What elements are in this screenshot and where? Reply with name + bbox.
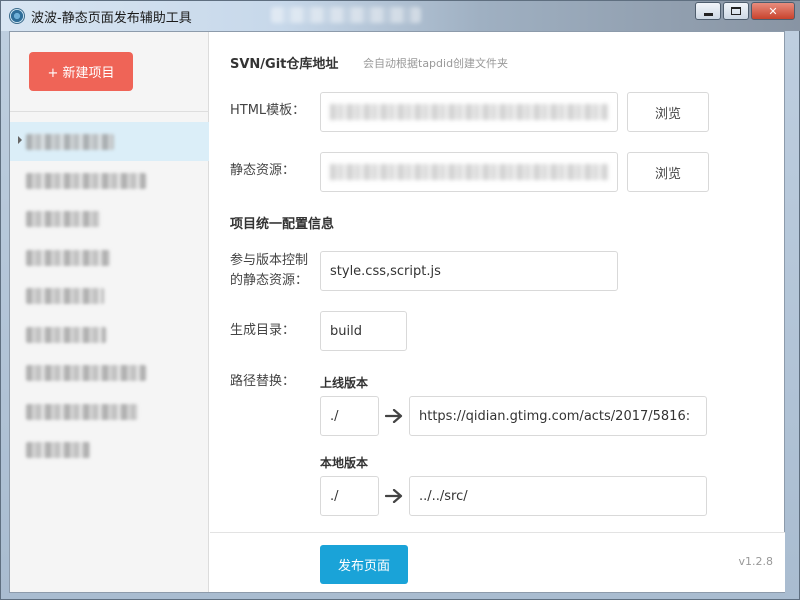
project-list — [10, 122, 209, 469]
app-content: + 新建项目 SVN/Git仓库地址 会自动根据tapdid创建文件夹 HTML… — [9, 31, 785, 593]
maximize-button[interactable] — [723, 2, 749, 20]
repo-section-title: SVN/Git仓库地址 — [230, 57, 339, 72]
window-title: 波波-静态页面发布辅助工具 — [31, 11, 192, 26]
online-from-input[interactable]: ./ — [320, 396, 379, 436]
project-item[interactable] — [10, 122, 209, 161]
window-controls: ✕ — [695, 2, 795, 20]
blurred-path-text — [330, 104, 608, 120]
project-name-blurred — [26, 172, 146, 189]
arrow-right-icon — [385, 489, 403, 503]
title-bar[interactable]: 波波-静态页面发布辅助工具 ✕ — [1, 1, 800, 31]
project-name-blurred — [26, 326, 106, 343]
project-name-blurred — [26, 211, 100, 227]
project-item[interactable] — [10, 276, 209, 315]
static-resource-label: 静态资源： — [230, 163, 296, 178]
blurred-path-text — [330, 164, 608, 180]
minimize-icon — [703, 12, 713, 16]
project-name-blurred — [26, 365, 146, 381]
project-name-blurred — [26, 134, 114, 150]
project-item[interactable] — [10, 199, 209, 238]
repo-section-hint: 会自动根据tapdid创建文件夹 — [363, 57, 509, 70]
project-item[interactable] — [10, 353, 209, 392]
project-item[interactable] — [10, 392, 209, 431]
versioned-resources-label-line1: 参与版本控制 — [230, 253, 309, 268]
project-name-blurred — [26, 288, 104, 304]
sidebar: + 新建项目 — [10, 32, 209, 592]
versioned-resources-input[interactable]: style.css,script.js — [320, 251, 618, 291]
footer-bar: 发布页面 v1.2.8 — [210, 532, 785, 592]
online-version-title: 上线版本 — [320, 376, 369, 390]
local-version-title: 本地版本 — [320, 456, 369, 470]
online-to-input[interactable]: https://qidian.gtimg.com/acts/2017/5816: — [409, 396, 707, 436]
arrow-right-icon — [385, 409, 403, 423]
close-button[interactable]: ✕ — [751, 2, 795, 20]
maximize-icon — [731, 7, 741, 15]
versioned-resources-label-line2: 的静态资源： — [230, 273, 309, 288]
title-bar-blurred-background — [271, 7, 421, 23]
publish-button[interactable]: 发布页面 — [320, 545, 408, 584]
caret-right-icon — [18, 136, 22, 144]
output-dir-label: 生成目录： — [230, 323, 296, 338]
project-name-blurred — [26, 403, 138, 420]
browse-html-button[interactable]: 浏览 — [627, 92, 709, 132]
sidebar-divider — [10, 111, 209, 112]
local-to-input[interactable]: ../../src/ — [409, 476, 707, 516]
project-item[interactable] — [10, 315, 209, 354]
new-project-button[interactable]: + 新建项目 — [29, 52, 133, 91]
browse-static-button[interactable]: 浏览 — [627, 152, 709, 192]
path-replace-label: 路径替换： — [230, 374, 296, 389]
version-label: v1.2.8 — [738, 555, 774, 568]
html-template-label: HTML模板： — [230, 103, 306, 118]
project-item[interactable] — [10, 430, 209, 469]
project-item[interactable] — [10, 161, 209, 200]
main-form: SVN/Git仓库地址 会自动根据tapdid创建文件夹 HTML模板： 浏览 … — [210, 32, 785, 532]
local-from-input[interactable]: ./ — [320, 476, 379, 516]
output-dir-input[interactable]: build — [320, 311, 407, 351]
minimize-button[interactable] — [695, 2, 721, 20]
project-item[interactable] — [10, 238, 209, 277]
app-logo-icon — [9, 8, 25, 24]
static-resource-input[interactable] — [320, 152, 618, 192]
app-window: 波波-静态页面发布辅助工具 ✕ + 新建项目 SVN/Git仓库地址 会自动根据… — [0, 0, 800, 600]
config-section-title: 项目统一配置信息 — [230, 217, 335, 232]
html-template-input[interactable] — [320, 92, 618, 132]
project-name-blurred — [26, 442, 90, 458]
project-name-blurred — [26, 249, 110, 266]
